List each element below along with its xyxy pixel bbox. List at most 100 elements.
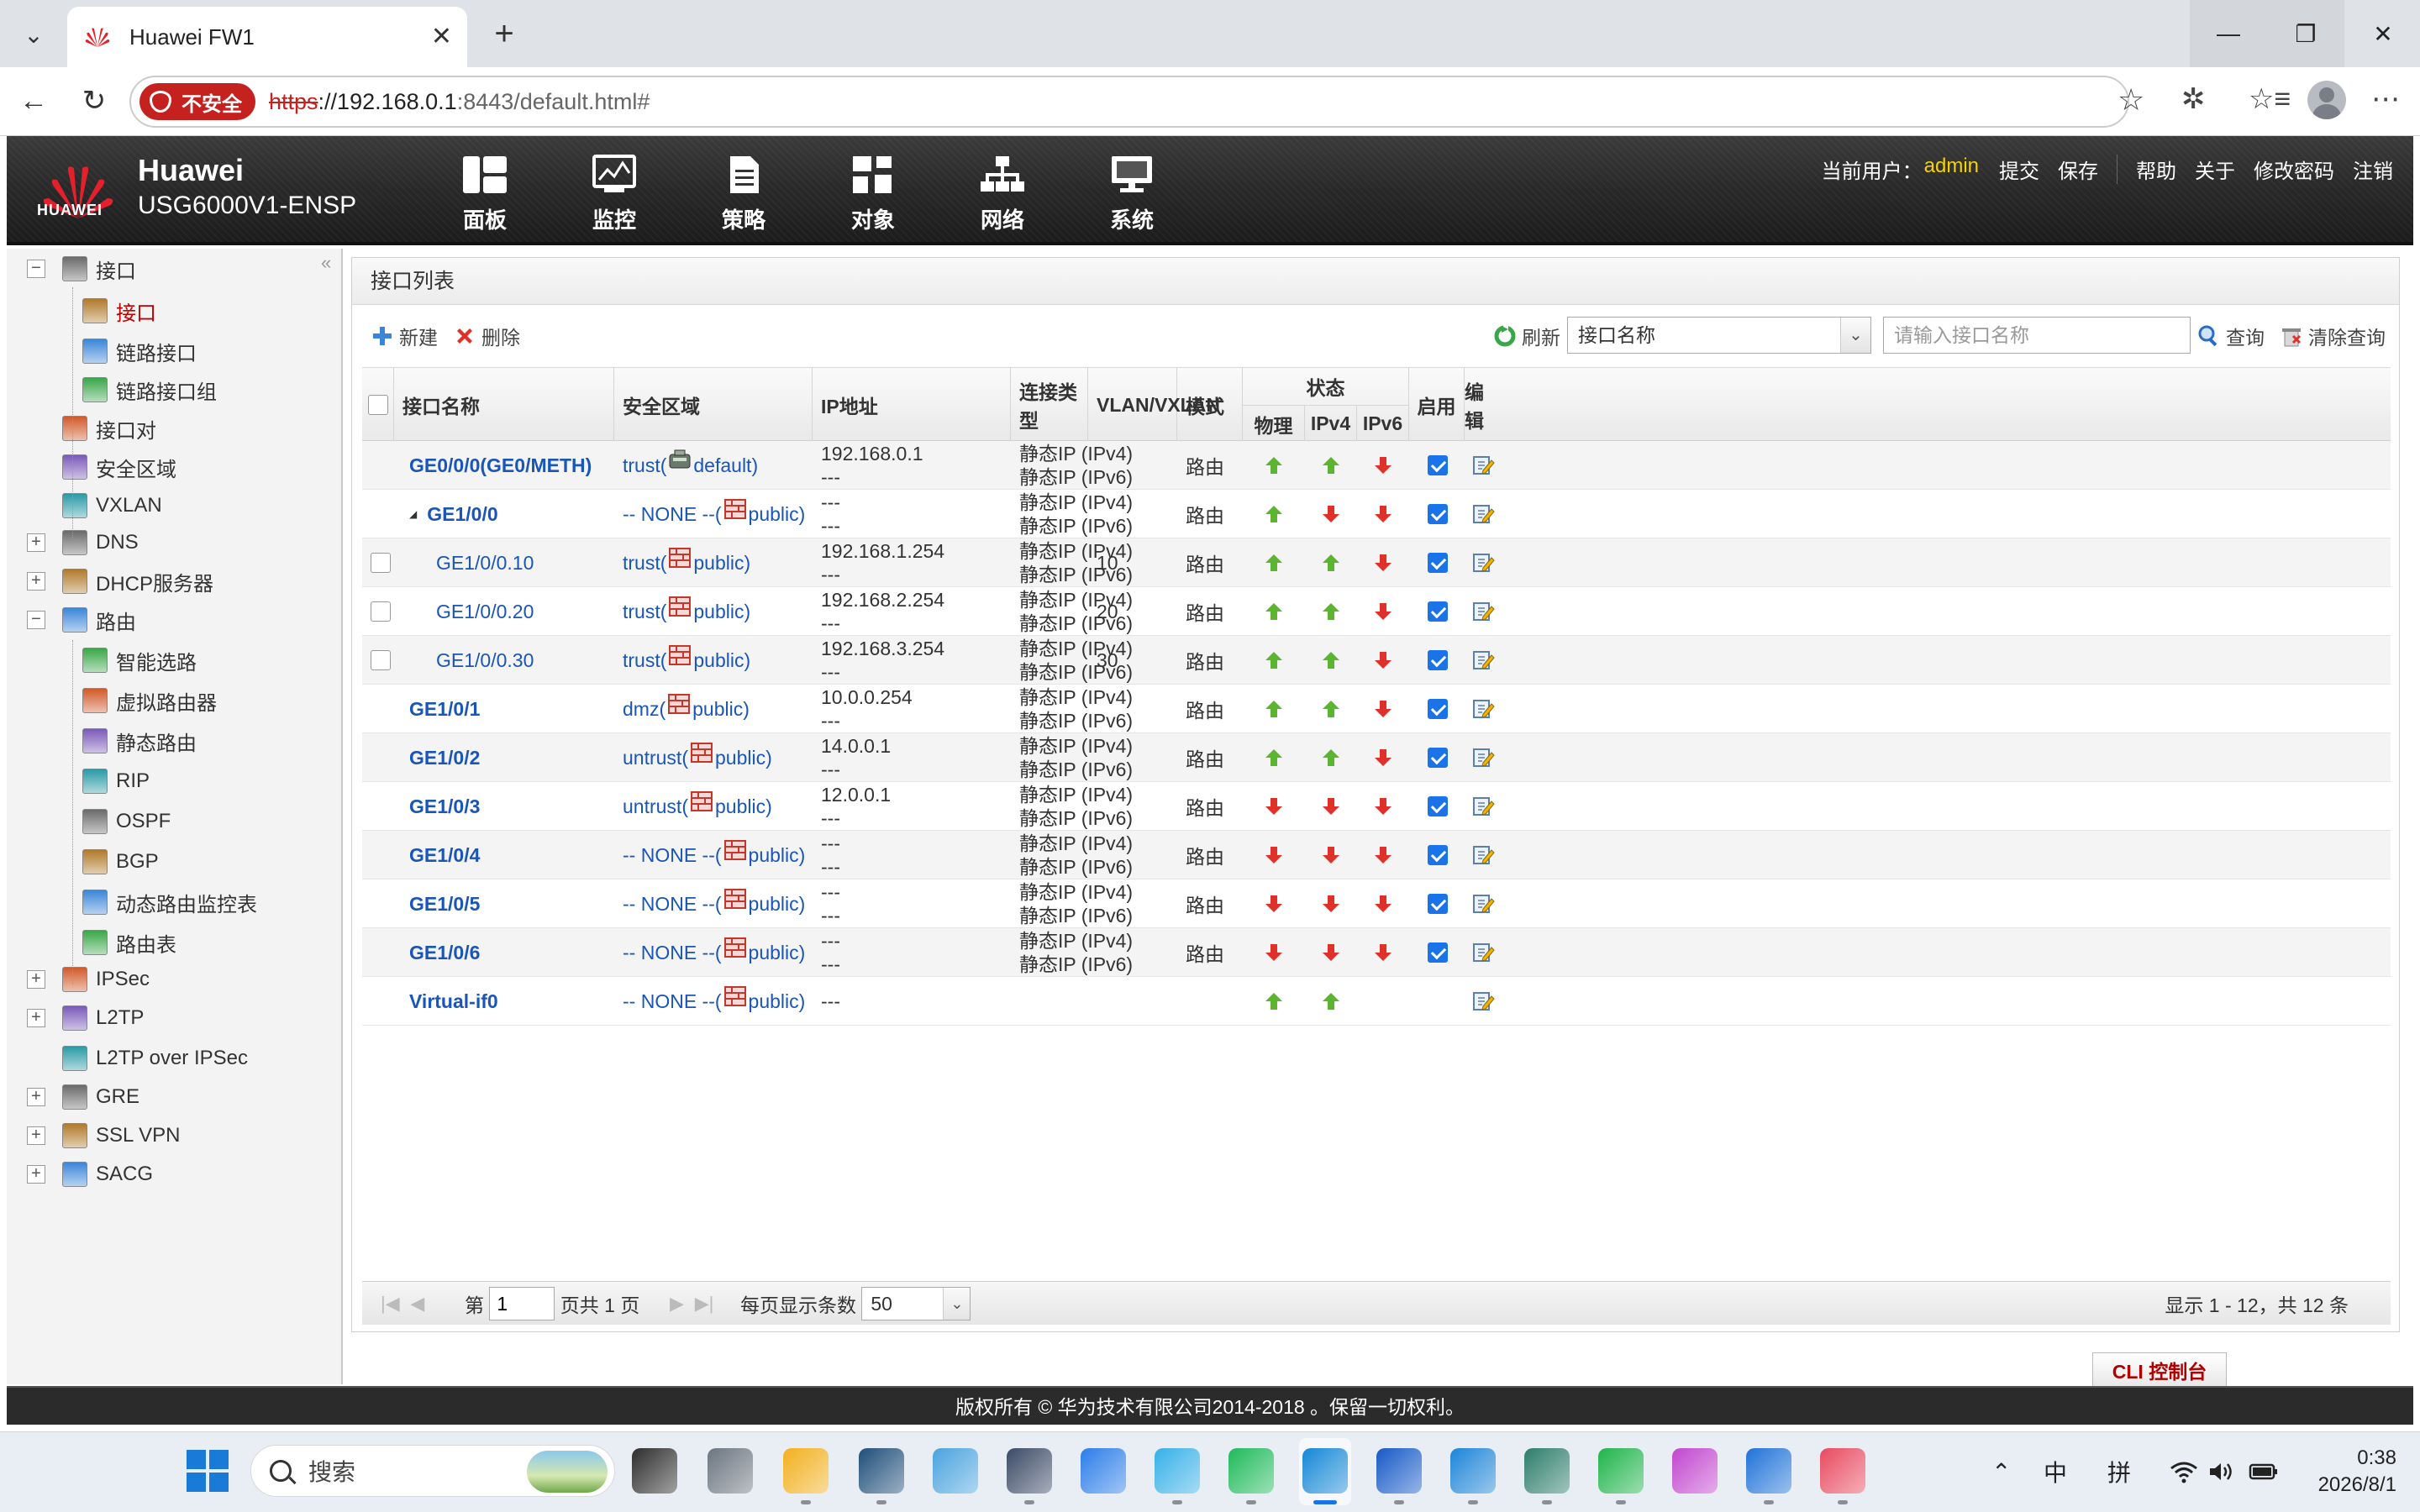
table-row[interactable]: ◢ GE1/0/0 -- NONE --(public) --- --- 静态IP (IP…	[362, 490, 2391, 538]
change-password-link[interactable]: 修改密码	[2254, 155, 2334, 184]
windows-start-icon[interactable]	[187, 1450, 229, 1492]
url-text[interactable]: https://192.168.0.1:8443/default.html#	[269, 89, 650, 115]
ime-mode-zh[interactable]: 中	[2044, 1448, 2067, 1495]
edge-browser-icon[interactable]	[1302, 1448, 1348, 1494]
more-menu-icon[interactable]: ⋯	[2371, 82, 2400, 116]
tab-list-chevron-icon[interactable]: ⌄	[13, 15, 54, 54]
interface-name-link[interactable]: GE1/0/2	[409, 747, 480, 769]
volume-icon[interactable]	[2208, 1448, 2233, 1495]
collapse-icon[interactable]: −	[27, 611, 45, 629]
edit-icon[interactable]	[1471, 502, 1495, 526]
interface-name-link[interactable]: GE1/0/5	[409, 893, 480, 916]
enable-checkbox[interactable]	[1428, 699, 1448, 719]
clear-query-button[interactable]: 清除查询	[2280, 322, 2386, 350]
app-triangle-icon[interactable]	[1672, 1448, 1718, 1494]
tray-chevron-icon[interactable]: ⌃	[1991, 1448, 2011, 1495]
edit-icon[interactable]	[1471, 892, 1495, 916]
battery-icon[interactable]	[2249, 1448, 2279, 1495]
app-blue-l-icon[interactable]	[1376, 1448, 1422, 1494]
window-minimize-icon[interactable]: —	[2190, 0, 2267, 67]
sidebar-item-5[interactable]: 安全区域	[62, 449, 176, 486]
browser-tab[interactable]: Huawei FW1 ✕	[67, 7, 467, 67]
table-row[interactable]: GE1/0/5 -- NONE --(public) --- --- 静态IP (IPv…	[362, 879, 2391, 928]
sidebar-item-4[interactable]: 接口对	[62, 410, 156, 447]
save-link[interactable]: 保存	[2058, 155, 2098, 184]
expand-icon[interactable]: +	[27, 970, 45, 989]
per-page-select[interactable]: 50 ⌄	[861, 1287, 971, 1320]
interface-name-link[interactable]: GE0/0/0(GE0/METH)	[409, 454, 592, 477]
refresh-button[interactable]: 刷新	[1493, 322, 1560, 350]
edge-ai-icon[interactable]	[1450, 1448, 1496, 1494]
sidebar-item-13[interactable]: RIP	[82, 763, 150, 800]
interface-name-link[interactable]: GE1/0/6	[409, 942, 480, 964]
edit-icon[interactable]	[1471, 600, 1495, 623]
security-zone-link[interactable]: untrust(public)	[623, 743, 772, 769]
extensions-icon[interactable]: ✲	[2181, 82, 2206, 116]
enable-checkbox[interactable]	[1428, 796, 1448, 816]
table-row[interactable]: GE1/0/0.10 trust(public) 192.168.1.254 --- 静…	[362, 538, 2391, 587]
expand-icon[interactable]: +	[27, 533, 45, 552]
security-zone-link[interactable]: -- NONE --(public)	[623, 840, 805, 867]
sidebar-item-11[interactable]: 虚拟路由器	[82, 682, 217, 719]
edit-icon[interactable]	[1471, 795, 1495, 818]
sidebar-item-17[interactable]: 路由表	[82, 924, 176, 961]
table-row[interactable]: GE1/0/3 untrust(public) 12.0.0.1 --- 静态IP (I…	[362, 782, 2391, 831]
tab-close-icon[interactable]: ✕	[431, 22, 452, 51]
table-row[interactable]: GE1/0/0.30 trust(public) 192.168.3.254 --- 静…	[362, 636, 2391, 685]
first-page-icon[interactable]: |◀	[381, 1293, 400, 1315]
nav-policy[interactable]: 策略	[679, 155, 808, 239]
security-zone-link[interactable]: -- NONE --(public)	[623, 889, 805, 916]
enable-checkbox[interactable]	[1428, 894, 1448, 914]
sidebar-item-16[interactable]: 动态路由监控表	[82, 884, 257, 921]
enable-checkbox[interactable]	[1428, 455, 1448, 475]
new-button[interactable]: 新建	[371, 322, 438, 350]
enable-checkbox[interactable]	[1428, 942, 1448, 963]
new-tab-icon[interactable]: +	[484, 13, 524, 54]
reload-icon[interactable]: ↻	[74, 81, 114, 121]
prev-page-icon[interactable]: ◀	[410, 1293, 424, 1315]
interface-name-link[interactable]: GE1/0/0.10	[436, 552, 534, 575]
edit-icon[interactable]	[1471, 990, 1495, 1013]
insecure-badge[interactable]: 不安全	[139, 83, 255, 120]
collapse-sidebar-icon[interactable]: «	[321, 252, 331, 274]
sidebar-item-10[interactable]: 智能选路	[82, 642, 197, 679]
col-vlan[interactable]: VLAN/VXLAN	[1088, 368, 1220, 442]
wifi-icon[interactable]	[2170, 1448, 2198, 1495]
terminal-app-icon[interactable]	[859, 1448, 904, 1494]
security-zone-link[interactable]: -- NONE --(public)	[623, 986, 805, 1013]
app-disc-icon[interactable]	[933, 1448, 978, 1494]
col-zone[interactable]: 安全区域	[614, 368, 813, 442]
sidebar-item-3[interactable]: 链路接口组	[82, 371, 217, 408]
edit-icon[interactable]	[1471, 551, 1495, 575]
sidebar-item-21[interactable]: + GRE	[27, 1079, 139, 1116]
table-row[interactable]: GE1/0/1 dmz(public) 10.0.0.254 --- 静态IP (IPv…	[362, 685, 2391, 733]
sidebar-item-1[interactable]: 接口	[82, 292, 156, 329]
row-select-checkbox[interactable]	[371, 650, 391, 670]
favorite-star-icon[interactable]: ☆	[2118, 82, 2144, 118]
favorites-list-icon[interactable]: ☆≡	[2249, 82, 2291, 116]
back-arrow-icon[interactable]: ←	[13, 81, 54, 121]
edit-icon[interactable]	[1471, 454, 1495, 477]
app-tools-icon[interactable]	[1524, 1448, 1570, 1494]
sidebar-item-7[interactable]: + DNS	[27, 524, 139, 561]
expand-icon[interactable]: +	[27, 1165, 45, 1184]
nav-system[interactable]: 系统	[1067, 155, 1197, 239]
nav-monitor[interactable]: 监控	[550, 155, 679, 239]
row-select-checkbox[interactable]	[371, 601, 391, 622]
virtualbox-icon[interactable]	[1007, 1448, 1052, 1494]
col-name[interactable]: 接口名称	[394, 368, 614, 442]
logout-link[interactable]: 注销	[2353, 155, 2393, 184]
sidebar-item-20[interactable]: L2TP over IPSec	[62, 1040, 248, 1077]
expand-icon[interactable]: +	[27, 1088, 45, 1106]
wechat-work-icon[interactable]	[1228, 1448, 1274, 1494]
window-restore-icon[interactable]: ❐	[2267, 0, 2344, 67]
edit-icon[interactable]	[1471, 843, 1495, 867]
enable-checkbox[interactable]	[1428, 601, 1448, 622]
search-field-select[interactable]: 接口名称 ⌄	[1567, 317, 1871, 354]
security-zone-link[interactable]: -- NONE --(public)	[623, 499, 805, 526]
col-ip[interactable]: IP地址	[813, 368, 1011, 442]
enable-checkbox[interactable]	[1428, 553, 1448, 573]
table-row[interactable]: GE1/0/6 -- NONE --(public) --- --- 静态IP (IPv…	[362, 928, 2391, 977]
interface-name-link[interactable]: GE1/0/3	[409, 795, 480, 818]
sidebar-item-14[interactable]: OSPF	[82, 803, 171, 840]
